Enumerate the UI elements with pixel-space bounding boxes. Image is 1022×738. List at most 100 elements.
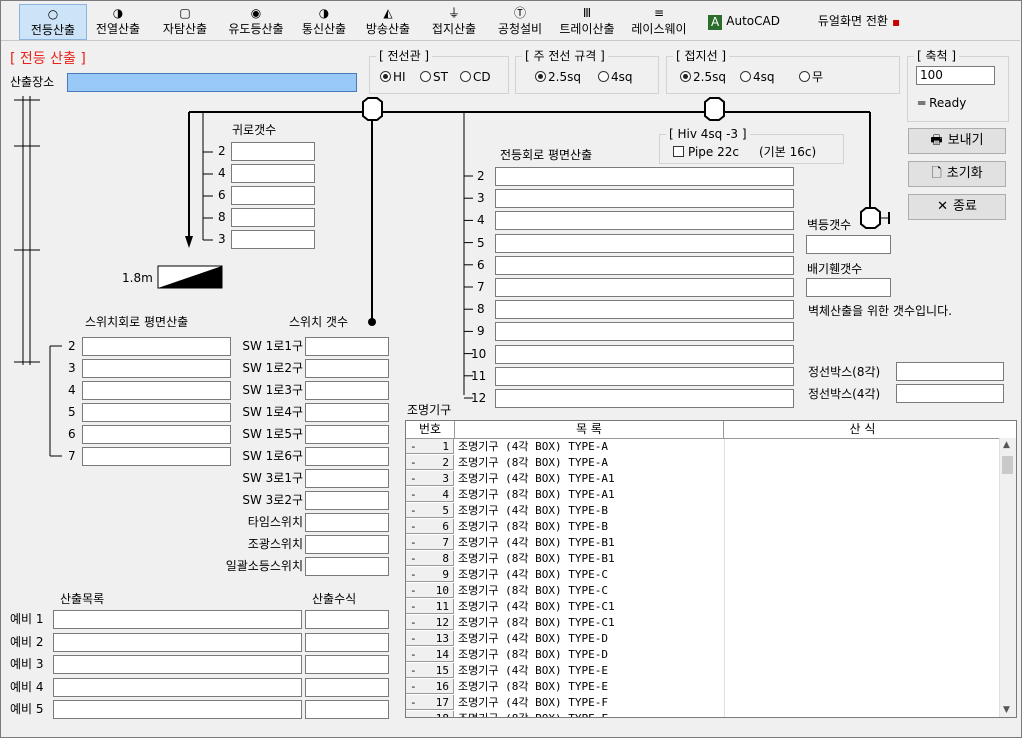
- row-formula[interactable]: [724, 551, 1002, 567]
- switch-count-input[interactable]: [305, 425, 389, 444]
- row-formula[interactable]: [724, 599, 1002, 615]
- calc-formula-input[interactable]: [305, 677, 389, 697]
- row-formula[interactable]: [724, 455, 1002, 471]
- table-row[interactable]: -4 조명기구 (8각 BOX) TYPE-A1: [406, 487, 1001, 503]
- switch-circuit-input[interactable]: [82, 425, 231, 444]
- calc-item-input[interactable]: [53, 632, 302, 652]
- row-formula[interactable]: [724, 631, 1002, 647]
- row-number: - 14: [406, 647, 454, 662]
- row-formula[interactable]: [724, 503, 1002, 519]
- junction8-input[interactable]: [896, 362, 1004, 381]
- lamp-circuit-input[interactable]: [495, 255, 794, 275]
- row-formula[interactable]: [724, 679, 1002, 695]
- switch-count-input[interactable]: [305, 337, 389, 356]
- row-number-value: 12: [435, 616, 449, 629]
- switch-circuit-input[interactable]: [82, 447, 231, 466]
- return-wire-input[interactable]: [231, 186, 315, 205]
- switch-count-input[interactable]: [305, 513, 389, 532]
- lamp-circuit-input[interactable]: [495, 278, 794, 297]
- table-row[interactable]: -6 조명기구 (8각 BOX) TYPE-B: [406, 519, 1001, 535]
- row-formula[interactable]: [724, 647, 1002, 663]
- calc-item-input[interactable]: [53, 700, 302, 719]
- scroll-thumb[interactable]: [1002, 456, 1013, 474]
- return-wire-input[interactable]: [231, 230, 315, 249]
- return-wire-input[interactable]: [231, 164, 315, 183]
- table-row[interactable]: -7 조명기구 (4각 BOX) TYPE-B1: [406, 535, 1001, 551]
- calc-formula-input[interactable]: [305, 610, 389, 629]
- switch-circuit-input[interactable]: [82, 381, 231, 400]
- row-formula[interactable]: [724, 711, 1002, 717]
- table-row[interactable]: - 18 조명기구 (8각 BOX) TYPE-F: [406, 711, 1002, 717]
- lamp-circuit-input[interactable]: [495, 322, 794, 342]
- return-wire-input[interactable]: [231, 208, 315, 227]
- lamp-circuit-input[interactable]: [495, 300, 794, 320]
- table-row[interactable]: -9 조명기구 (4각 BOX) TYPE-C: [406, 567, 1001, 583]
- calc-item-input[interactable]: [53, 655, 302, 674]
- table-row[interactable]: - 12 조명기구 (8각 BOX) TYPE-C1: [406, 615, 1001, 631]
- table-row[interactable]: -2 조명기구 (8각 BOX) TYPE-A: [406, 455, 1001, 471]
- switch-count-input[interactable]: [305, 381, 389, 400]
- return-wire-input[interactable]: [231, 142, 315, 161]
- scroll-down-icon[interactable]: ▼: [1003, 705, 1010, 715]
- lamp-circuit-input[interactable]: [495, 366, 794, 386]
- table-row[interactable]: - 13 조명기구 (4각 BOX) TYPE-D: [406, 631, 1001, 647]
- row-formula[interactable]: [724, 695, 1002, 711]
- table-row[interactable]: - 16 조명기구 (8각 BOX) TYPE-E: [406, 679, 1001, 695]
- row-dash: -: [410, 456, 417, 469]
- switch-count-label: SW 1로5구: [242, 427, 303, 441]
- calc-formula-input[interactable]: [305, 632, 389, 652]
- row-formula[interactable]: [724, 567, 1002, 583]
- calc-formula-input[interactable]: [305, 700, 389, 719]
- fixtures-scrollbar[interactable]: ▲ ▼: [999, 438, 1016, 717]
- row-dash: -: [410, 552, 417, 565]
- row-formula[interactable]: [724, 439, 1002, 455]
- switch-circuit-input[interactable]: [82, 403, 231, 422]
- row-formula[interactable]: [724, 535, 1002, 551]
- calc-item-input[interactable]: [53, 677, 302, 697]
- table-row[interactable]: - 17 조명기구 (4각 BOX) TYPE-F: [406, 695, 1001, 711]
- switch-count-input[interactable]: [305, 491, 389, 510]
- table-row[interactable]: -3 조명기구 (4각 BOX) TYPE-A1: [406, 471, 1001, 487]
- table-row[interactable]: - 10 조명기구 (8각 BOX) TYPE-C: [406, 583, 1001, 599]
- exhaust-fan-input[interactable]: [806, 278, 891, 297]
- row-formula[interactable]: [724, 583, 1002, 599]
- table-row[interactable]: -1 조명기구 (4각 BOX) TYPE-A: [406, 439, 1001, 455]
- lamp-circuit-input[interactable]: [495, 211, 794, 231]
- lamp-circuit-input[interactable]: [495, 344, 794, 364]
- row-dash: -: [410, 664, 417, 677]
- calc-formula-input[interactable]: [305, 655, 389, 674]
- switch-count-input[interactable]: [305, 469, 389, 488]
- row-formula[interactable]: [724, 471, 1002, 487]
- lamp-circuit-input[interactable]: [495, 233, 794, 253]
- fixtures-list[interactable]: 번호 목 록 산 식 -1 조명기구 (4각 BOX) TYPE-A -2 조명기구 …: [405, 420, 1017, 718]
- table-row[interactable]: -5 조명기구 (4각 BOX) TYPE-B: [406, 503, 1001, 519]
- row-number: - 18: [406, 711, 454, 717]
- switch-count-input[interactable]: [305, 403, 389, 422]
- junction4-input[interactable]: [896, 384, 1004, 403]
- table-row[interactable]: - 15 조명기구 (4각 BOX) TYPE-E: [406, 663, 1001, 679]
- switch-count-input[interactable]: [305, 447, 389, 466]
- scroll-up-icon[interactable]: ▲: [1003, 440, 1010, 450]
- row-dash: -: [410, 600, 417, 613]
- row-formula[interactable]: [724, 519, 1002, 535]
- lamp-circuit-input[interactable]: [495, 189, 794, 209]
- table-row[interactable]: - 14 조명기구 (8각 BOX) TYPE-D: [406, 647, 1001, 663]
- switch-count-input[interactable]: [305, 359, 389, 378]
- wall-light-input[interactable]: [806, 235, 891, 254]
- row-number: -5: [406, 503, 454, 518]
- row-formula[interactable]: [724, 615, 1002, 631]
- row-formula[interactable]: [724, 663, 1002, 679]
- table-row[interactable]: -8 조명기구 (8각 BOX) TYPE-B1: [406, 551, 1001, 567]
- switch-count-input[interactable]: [305, 535, 389, 554]
- lamp-circuit-input[interactable]: [495, 389, 794, 408]
- row-formula[interactable]: [724, 487, 1002, 503]
- table-row[interactable]: - 11 조명기구 (4각 BOX) TYPE-C1: [406, 599, 1001, 615]
- row-number: - 11: [406, 599, 454, 614]
- lamp-circuit-input[interactable]: [495, 167, 794, 186]
- col-formula: 산 식: [849, 422, 876, 436]
- switch-count-input[interactable]: [305, 557, 389, 576]
- switch-circuit-input[interactable]: [82, 337, 231, 356]
- calc-item-input[interactable]: [53, 610, 302, 629]
- row-name: 조명기구 (8각 BOX) TYPE-A1: [458, 488, 615, 501]
- switch-circuit-input[interactable]: [82, 359, 231, 378]
